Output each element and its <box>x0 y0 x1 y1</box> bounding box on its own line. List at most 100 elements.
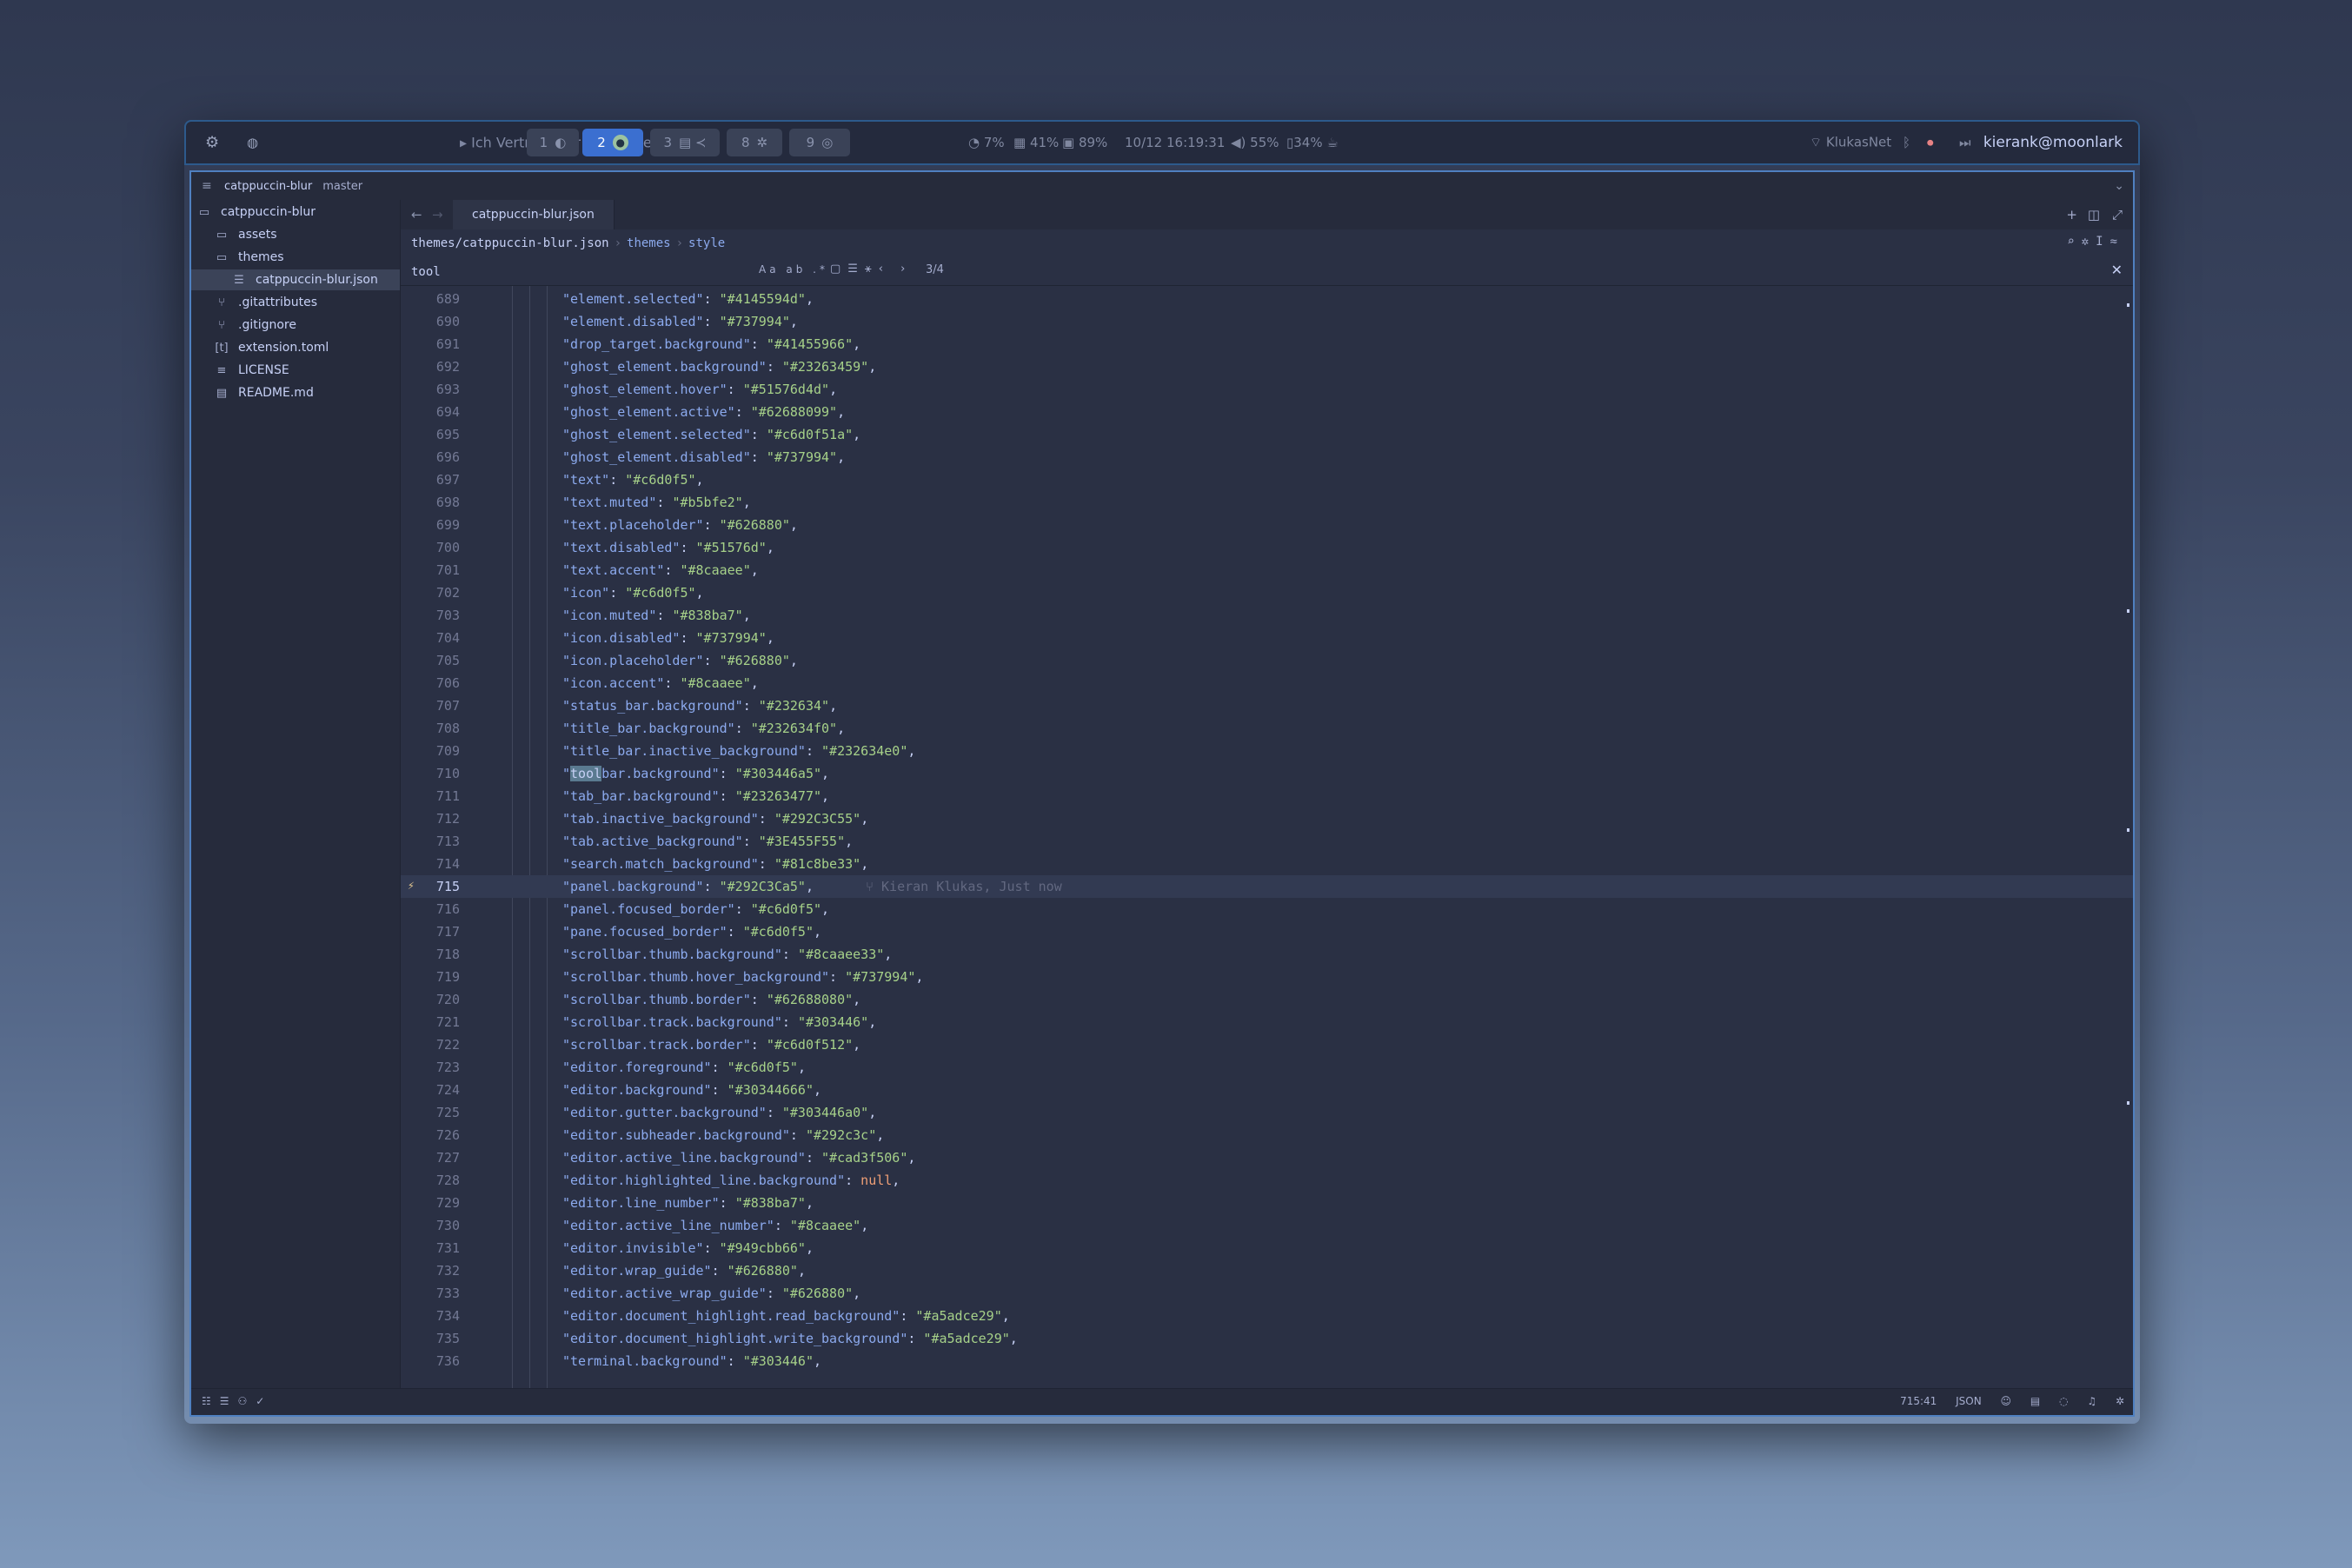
code-line[interactable]: 728 "editor.highlighted_line.background":… <box>401 1169 2133 1192</box>
tree-item-assets[interactable]: ▭ assets <box>191 224 400 245</box>
workspace-3[interactable]: 3 ▤ ≺ <box>650 129 720 156</box>
chevron-down-icon[interactable]: ⌄ <box>2114 179 2124 193</box>
code-line[interactable]: 715 ⚡ "panel.background": "#292C3Ca5", ⑂ Ki… <box>401 875 2133 898</box>
tree-item-themes[interactable]: ▭ themes <box>191 247 400 268</box>
code-line[interactable]: 705 "icon.placeholder": "#626880", <box>401 649 2133 672</box>
code-text: "editor.active_line.background": "#cad3f… <box>562 1150 916 1166</box>
line-number: 705 <box>435 653 460 668</box>
code-line[interactable]: 710 "toolbar.background": "#303446a5", <box>401 762 2133 785</box>
code-line[interactable]: 727 "editor.active_line.background": "#ca… <box>401 1146 2133 1169</box>
code-line[interactable]: 719 "scrollbar.thumb.hover_background": "… <box>401 966 2133 988</box>
network-stat[interactable]: ⌔ KlukasNet <box>1810 135 1891 151</box>
code-line[interactable]: 698 "text.muted": "#b5bfe2", <box>401 491 2133 514</box>
record-icon[interactable]: ⏺ <box>1927 135 1934 150</box>
tree-root[interactable]: ▭ catppuccin-blur <box>191 202 400 223</box>
code-line[interactable]: 721 "scrollbar.track.background": "#30344… <box>401 1011 2133 1033</box>
split-icon[interactable]: ◫ <box>2088 207 2100 223</box>
assistant-icon[interactable]: ✲ <box>2116 1395 2124 1407</box>
bluetooth-icon[interactable]: ᛒ <box>1903 135 1910 150</box>
code-line[interactable]: 714 "search.match_background": "#81c8be33… <box>401 853 2133 875</box>
terminal-icon[interactable]: ▤ <box>2030 1395 2040 1407</box>
code-line[interactable]: 713 "tab.active_background": "#3E455F55", <box>401 830 2133 853</box>
code-line[interactable]: 720 "scrollbar.thumb.border": "#62688080"… <box>401 988 2133 1011</box>
code-line[interactable]: 704 "icon.disabled": "#737994", <box>401 627 2133 649</box>
tree-item-gitignore[interactable]: ⑂ .gitignore <box>191 315 400 336</box>
code-line[interactable]: 733 "editor.active_wrap_guide": "#626880"… <box>401 1282 2133 1305</box>
code-line[interactable]: 692 "ghost_element.background": "#2326345… <box>401 355 2133 378</box>
project-name[interactable]: catppuccin-blur <box>224 180 312 193</box>
code-editor[interactable]: 689 "element.selected": "#4145594d", 690 "e… <box>401 286 2133 1389</box>
gear-icon[interactable]: ⚙ <box>205 134 219 152</box>
code-line[interactable]: 707 "status_bar.background": "#232634", <box>401 694 2133 717</box>
breadcrumb-file[interactable]: themes/catppuccin-blur.json <box>411 236 609 250</box>
workspace-2[interactable]: 2 ● <box>582 129 643 156</box>
back-arrow-icon[interactable]: ← <box>411 207 422 223</box>
code-line[interactable]: 735 "editor.document_highlight.write_back… <box>401 1327 2133 1350</box>
code-line[interactable]: 700 "text.disabled": "#51576d", <box>401 536 2133 559</box>
code-line[interactable]: 724 "editor.background": "#30344666", <box>401 1079 2133 1101</box>
code-text: "drop_target.background": "#41455966", <box>562 336 861 352</box>
code-line[interactable]: 708 "title_bar.background": "#232634f0", <box>401 717 2133 740</box>
code-line[interactable]: 730 "editor.active_line_number": "#8caaee… <box>401 1214 2133 1237</box>
code-line[interactable]: 709 "title_bar.inactive_background": "#23… <box>401 740 2133 762</box>
code-line[interactable]: 729 "editor.line_number": "#838ba7", <box>401 1192 2133 1214</box>
code-line[interactable]: 712 "tab.inactive_background": "#292C3C55… <box>401 807 2133 830</box>
code-line[interactable]: 716 "panel.focused_border": "#c6d0f5", <box>401 898 2133 920</box>
code-line[interactable]: 690 "element.disabled": "#737994", <box>401 310 2133 333</box>
code-line[interactable]: 717 "pane.focused_border": "#c6d0f5", <box>401 920 2133 943</box>
workspace-9[interactable]: 9 ◎ <box>789 129 850 156</box>
code-line[interactable]: 718 "scrollbar.thumb.background": "#8caae… <box>401 943 2133 966</box>
skip-icon[interactable]: ⏭ <box>1959 135 1971 150</box>
language-mode[interactable]: JSON <box>1956 1395 1982 1407</box>
code-line[interactable]: 726 "editor.subheader.background": "#292c… <box>401 1124 2133 1146</box>
media-disc-icon[interactable]: ◍ <box>247 135 258 150</box>
tree-item-gitattributes[interactable]: ⑂ .gitattributes <box>191 292 400 313</box>
search-options-icons[interactable]: Aa ab .* <box>759 263 828 276</box>
code-line[interactable]: 701 "text.accent": "#8caaee", <box>401 559 2133 581</box>
workspace-1[interactable]: 1 ◐ <box>527 129 579 156</box>
code-line[interactable]: 736 "terminal.background": "#303446", <box>401 1350 2133 1372</box>
cursor-position[interactable]: 715:41 <box>1900 1395 1937 1407</box>
maximize-icon[interactable]: ⤢ <box>2112 207 2123 223</box>
code-line[interactable]: 699 "text.placeholder": "#626880", <box>401 514 2133 536</box>
tree-item-catppuccin-blur-json[interactable]: ☰ catppuccin-blur.json <box>191 269 400 290</box>
editor-toolbar-icons[interactable]: ⌕✲I≈ <box>2067 235 2124 249</box>
code-line[interactable]: 697 "text": "#c6d0f5", <box>401 468 2133 491</box>
code-line[interactable]: 703 "icon.muted": "#838ba7", <box>401 604 2133 627</box>
breadcrumb-segment[interactable]: style <box>688 236 725 250</box>
code-line[interactable]: 722 "scrollbar.track.border": "#c6d0f512"… <box>401 1033 2133 1056</box>
code-line[interactable]: 696 "ghost_element.disabled": "#737994", <box>401 446 2133 468</box>
code-line[interactable]: 732 "editor.wrap_guide": "#626880", <box>401 1259 2133 1282</box>
code-line[interactable]: 723 "editor.foreground": "#c6d0f5", <box>401 1056 2133 1079</box>
search-input[interactable] <box>409 261 743 283</box>
code-line[interactable]: 691 "drop_target.background": "#41455966"… <box>401 333 2133 355</box>
tree-item-license[interactable]: ≡ LICENSE <box>191 360 400 381</box>
branch-name[interactable]: master <box>322 180 362 193</box>
workspace-8[interactable]: 8 ✲ <box>727 129 782 156</box>
menu-icon[interactable]: ≡ <box>202 179 212 193</box>
code-line[interactable]: 711 "tab_bar.background": "#23263477", <box>401 785 2133 807</box>
search-nav-icons[interactable]: ▢☰⚹‹ › <box>830 262 912 276</box>
breadcrumb-segment[interactable]: themes <box>627 236 671 250</box>
chat-icon[interactable]: ◌ <box>2059 1395 2068 1407</box>
tree-item-readme[interactable]: ▤ README.md <box>191 382 400 403</box>
code-line[interactable]: 706 "icon.accent": "#8caaee", <box>401 672 2133 694</box>
code-line[interactable]: 734 "editor.document_highlight.read_backg… <box>401 1305 2133 1327</box>
code-line[interactable]: 702 "icon": "#c6d0f5", <box>401 581 2133 604</box>
status-left-icons[interactable]: ☷☰⚇✓ <box>202 1395 273 1407</box>
code-line[interactable]: 725 "editor.gutter.background": "#303446a… <box>401 1101 2133 1124</box>
code-line[interactable]: 695 "ghost_element.selected": "#c6d0f51a"… <box>401 423 2133 446</box>
close-icon[interactable]: ✕ <box>2111 262 2123 278</box>
code-line[interactable]: 693 "ghost_element.hover": "#51576d4d", <box>401 378 2133 401</box>
code-line[interactable]: 689 "element.selected": "#4145594d", <box>401 288 2133 310</box>
lightning-icon[interactable]: ⚡ <box>408 875 415 898</box>
plus-icon[interactable]: + <box>2066 207 2077 223</box>
code-line[interactable]: 694 "ghost_element.active": "#62688099", <box>401 401 2133 423</box>
tab-catppuccin-blur-json[interactable]: catppuccin-blur.json <box>453 200 615 229</box>
tree-item-extension-toml[interactable]: [t] extension.toml <box>191 337 400 358</box>
code-line[interactable]: 731 "editor.invisible": "#949cbb66", <box>401 1237 2133 1259</box>
copilot-icon[interactable]: ☺ <box>2001 1395 2012 1407</box>
forward-arrow-icon[interactable]: → <box>432 207 443 223</box>
bell-icon[interactable]: ♫ <box>2087 1395 2096 1407</box>
volume-stat[interactable]: ◀) 55% <box>1231 135 1279 150</box>
